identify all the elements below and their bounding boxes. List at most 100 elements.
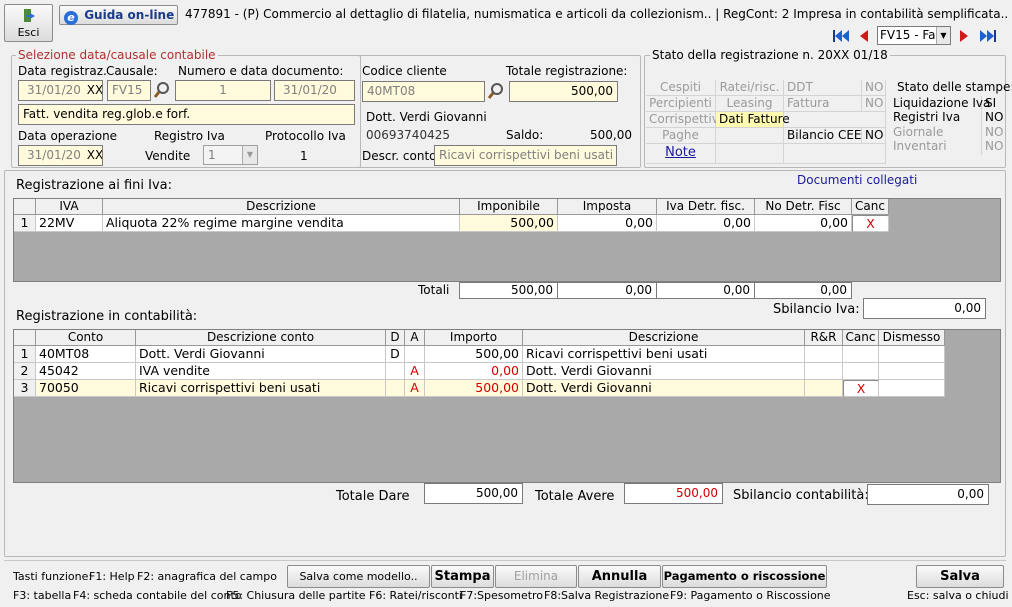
prev-record-icon[interactable] <box>855 27 873 45</box>
iva-cell-imponibile[interactable]: 500,00 <box>460 215 558 232</box>
cont-row-number: 3 <box>14 380 36 397</box>
cancel-button[interactable]: Annulla <box>578 565 661 588</box>
status-ddt: DDT <box>784 80 862 96</box>
payment-button[interactable]: Pagamento o riscossione <box>662 565 827 588</box>
registro-value: Vendite <box>145 149 191 163</box>
status-paghe: Paghe <box>646 128 716 144</box>
cont-cell-conto[interactable]: 70050 <box>36 380 136 397</box>
cont-delete-button[interactable]: X <box>843 380 879 397</box>
sbilancio-cont-field[interactable]: 0,00 <box>867 484 989 505</box>
iva-header-canc: Canc <box>852 199 889 215</box>
cont-header-descrizione: Descrizione <box>523 330 805 346</box>
iva-header-detr: Iva Detr. fisc. <box>657 199 755 215</box>
cont-cell-descr-conto[interactable]: Ricavi corrispettivi beni usati <box>136 380 386 397</box>
last-record-icon[interactable] <box>978 27 1000 45</box>
key-f7: F7:Spesometro <box>460 589 544 602</box>
client-vat: 00693740425 <box>366 128 450 142</box>
cont-cell-descr-conto[interactable]: Dott. Verdi Giovanni <box>136 346 386 363</box>
save-model-button[interactable]: Salva come modello.. <box>287 565 430 588</box>
cont-cell-conto[interactable]: 45042 <box>36 363 136 380</box>
first-record-icon[interactable] <box>831 27 851 45</box>
cont-cell-canc[interactable] <box>843 363 879 380</box>
cont-row-number: 1 <box>14 346 36 363</box>
cont-header-dismesso: Dismesso <box>879 330 945 346</box>
cont-cell-importo[interactable]: 500,00 <box>425 346 523 363</box>
cont-cell-descrizione[interactable]: Dott. Verdi Giovanni <box>523 380 805 397</box>
cont-cell-dismesso[interactable] <box>879 380 945 397</box>
cont-cell-rr[interactable] <box>805 363 843 380</box>
iva-delete-button[interactable]: X <box>852 215 889 232</box>
cont-cell-importo[interactable]: 0,00 <box>425 363 523 380</box>
iva-total-imponibile: 500,00 <box>459 282 558 299</box>
date-reg-suffix: XX <box>86 83 103 97</box>
online-guide-label: Guida on-line <box>84 8 175 22</box>
note-link[interactable]: Note <box>646 144 716 164</box>
cont-cell-a[interactable]: A <box>405 380 425 397</box>
print-button[interactable]: Stampa <box>431 565 494 588</box>
cont-cell-importo[interactable]: 500,00 <box>425 380 523 397</box>
cont-cell-d[interactable] <box>386 380 405 397</box>
cont-cell-dismesso[interactable] <box>879 346 945 363</box>
cont-row-number: 2 <box>14 363 36 380</box>
stampe-inventari: Inventari <box>890 139 982 155</box>
iva-cell-iva[interactable]: 22MV <box>36 215 103 232</box>
iva-cell-descrizione[interactable]: Aliquota 22% regime margine vendita <box>103 215 460 232</box>
status-empty-1 <box>784 112 886 128</box>
cont-cell-a[interactable]: A <box>405 363 425 380</box>
causale-selector-value: FV15 - Fa <box>880 28 936 42</box>
date-reg-field[interactable]: 31/01/20 XX <box>18 80 103 101</box>
doc-date-field[interactable]: 31/01/20 <box>274 80 355 101</box>
iva-cell-detr[interactable]: 0,00 <box>657 215 755 232</box>
status-title: Stato della registrazione n. 20XX 01/18 <box>650 48 890 62</box>
descr-conto-label: Descr. conto <box>362 149 437 163</box>
linked-docs-link[interactable]: Documenti collegati <box>797 173 917 187</box>
cont-cell-canc[interactable] <box>843 346 879 363</box>
online-guide-button[interactable]: e Guida on-line <box>59 5 178 25</box>
iva-total-imposta: 0,00 <box>557 282 657 299</box>
selection-group-title: Selezione data/causale contabile <box>16 48 218 62</box>
cont-cell-d[interactable]: D <box>386 346 405 363</box>
saldo-label: Saldo: <box>506 128 544 142</box>
descr-conto-field[interactable]: Ricavi corrispettivi beni usati <box>434 145 617 166</box>
iva-grid: IVA Descrizione Imponibile Imposta Iva D… <box>13 198 1001 282</box>
causale-selector[interactable]: FV15 - Fa ▼ <box>877 26 951 45</box>
causale-field[interactable]: FV15 <box>107 80 151 101</box>
client-search-icon[interactable] <box>487 82 505 100</box>
cont-header-importo: Importo <box>425 330 523 346</box>
cont-cell-a[interactable] <box>405 346 425 363</box>
cont-cell-descrizione[interactable]: Dott. Verdi Giovanni <box>523 363 805 380</box>
search-icon[interactable] <box>153 81 171 99</box>
date-op-field[interactable]: 31/01/20 XX <box>18 145 103 166</box>
cont-cell-descr-conto[interactable]: IVA vendite <box>136 363 386 380</box>
exit-button[interactable]: Esci <box>4 4 53 42</box>
doc-number-field[interactable]: 1 <box>175 80 271 101</box>
iva-header-imponibile: Imponibile <box>460 199 558 215</box>
save-button[interactable]: Salva <box>916 565 1004 588</box>
cont-grid: Conto Descrizione conto D A Importo Desc… <box>13 329 1001 483</box>
next-record-icon[interactable] <box>955 27 973 45</box>
iva-cell-imposta[interactable]: 0,00 <box>558 215 657 232</box>
stampe-registri-value: NO <box>985 110 1004 124</box>
cont-cell-d[interactable] <box>386 363 405 380</box>
cont-cell-dismesso[interactable] <box>879 363 945 380</box>
iva-cell-nodetr[interactable]: 0,00 <box>755 215 852 232</box>
cont-cell-conto[interactable]: 40MT08 <box>36 346 136 363</box>
delete-button[interactable]: Elimina <box>495 565 577 588</box>
status-cespiti: Cespiti <box>646 80 716 96</box>
cont-cell-descrizione[interactable]: Ricavi corrispettivi beni usati <box>523 346 805 363</box>
key-f6: F6: Ratei/risconti <box>369 589 462 602</box>
client-code-value: 40MT08 <box>367 84 416 98</box>
cont-cell-rr[interactable] <box>805 346 843 363</box>
exit-door-icon <box>21 8 37 24</box>
registro-select[interactable]: 1 ▼ <box>203 145 258 165</box>
status-table: Cespiti Ratei/risc. DDT NO Percipienti L… <box>646 80 1012 166</box>
registro-number: 1 <box>208 148 216 162</box>
protocollo-value: 1 <box>300 149 308 163</box>
client-code-field[interactable]: 40MT08 <box>362 81 485 102</box>
iva-section-title: Registrazione ai fini Iva: <box>16 178 173 193</box>
status-ratei: Ratei/risc. <box>716 80 784 96</box>
cont-cell-rr[interactable] <box>805 380 843 397</box>
total-field[interactable]: 500,00 <box>509 81 618 102</box>
iva-header-nodetr: No Detr. Fisc <box>755 199 852 215</box>
description-field[interactable]: Fatt. vendita reg.glob.e forf. <box>18 104 355 125</box>
